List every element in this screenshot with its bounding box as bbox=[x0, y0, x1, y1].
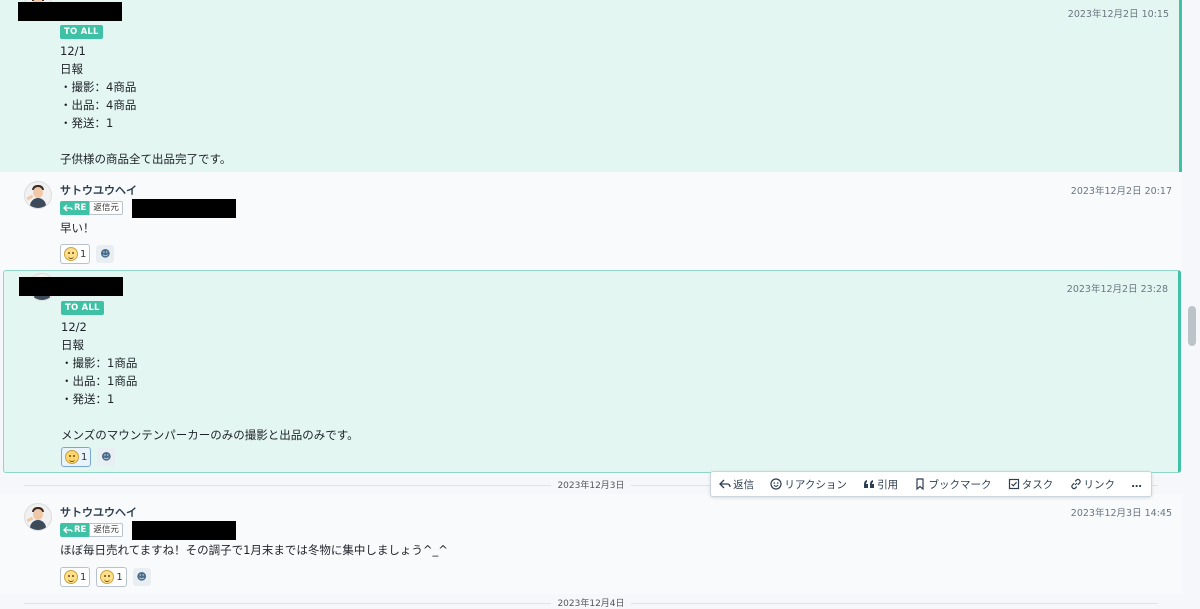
reply-arrow-icon bbox=[63, 204, 73, 212]
bookmark-action[interactable]: ブックマーク bbox=[914, 477, 991, 492]
redacted-sender-name bbox=[18, 2, 122, 21]
link-action[interactable]: リンク bbox=[1070, 477, 1116, 492]
re-badge: RE bbox=[60, 523, 90, 537]
reaction-users-icon[interactable]: ☻ bbox=[132, 568, 151, 586]
reply-icon bbox=[719, 479, 731, 489]
message-body: 12/2 日報 ・撮影：1商品 ・出品：1商品 ・発送：1 メンズのマウンテンパ… bbox=[61, 318, 359, 444]
message-line: ・発送：1 bbox=[61, 392, 115, 406]
redacted-sender-name bbox=[19, 277, 123, 296]
message-line: ・撮影：1商品 bbox=[61, 356, 138, 370]
reaction-chip[interactable]: 1 bbox=[60, 567, 91, 587]
avatar[interactable] bbox=[24, 503, 52, 531]
reaction-chip[interactable]: 1 bbox=[96, 567, 127, 587]
reaction-users-icon[interactable]: ☻ bbox=[96, 245, 115, 263]
redacted-source-name bbox=[132, 521, 236, 540]
message-timestamp: 2023年12月3日 14:45 bbox=[1070, 508, 1172, 519]
reaction-count: 1 bbox=[116, 571, 123, 583]
reaction-action[interactable]: リアクション bbox=[770, 477, 847, 492]
reaction-count: 1 bbox=[80, 571, 87, 583]
sweat-smile-icon bbox=[64, 247, 78, 261]
reaction-users-icon[interactable]: ☻ bbox=[97, 448, 116, 466]
message-timestamp: 2023年12月2日 23:28 bbox=[1066, 284, 1168, 295]
date-separator: 2023年12月4日 bbox=[0, 596, 1182, 609]
task-check-icon bbox=[1008, 478, 1019, 490]
sender-name[interactable]: サトウユウヘイ bbox=[60, 504, 137, 520]
reaction-count: 1 bbox=[81, 451, 88, 463]
smile-icon bbox=[65, 450, 79, 464]
redacted-source-name bbox=[132, 199, 236, 218]
re-badge: RE bbox=[60, 201, 90, 215]
bookmark-action-label: ブックマーク bbox=[928, 478, 992, 491]
quote-action-label: 引用 bbox=[877, 478, 899, 491]
link-action-label: リンク bbox=[1083, 478, 1116, 491]
reply-to-indicator[interactable]: RE 返信元 bbox=[60, 200, 123, 216]
message-line: ・撮影：4商品 bbox=[60, 80, 137, 94]
reaction-action-label: リアクション bbox=[784, 478, 847, 491]
more-actions-button[interactable]: … bbox=[1131, 478, 1143, 490]
message-body: 12/1 日報 ・撮影：4商品 ・出品：4商品 ・発送：1 子供様の商品全て出品… bbox=[60, 42, 231, 168]
task-action-label: タスク bbox=[1021, 478, 1054, 491]
message-item[interactable]: サトウユウヘイ 2023年12月2日 20:17 RE 返信元 早い！ 1 ☻ bbox=[0, 172, 1182, 270]
reply-arrow-icon bbox=[63, 526, 73, 534]
reactions-bar: 1 1 ☻ bbox=[60, 567, 151, 587]
task-action[interactable]: タスク bbox=[1008, 477, 1054, 492]
message-line bbox=[61, 408, 359, 426]
reply-action-label: 返信 bbox=[733, 478, 755, 491]
message-timestamp: 2023年12月2日 10:15 bbox=[1067, 9, 1169, 20]
re-label: RE bbox=[74, 525, 87, 535]
message-item[interactable]: 2023年12月2日 23:28 TO ALL 12/2 日報 ・撮影：1商品 … bbox=[3, 270, 1181, 473]
reply-source-label: 返信元 bbox=[89, 523, 123, 537]
reply-action[interactable]: 返信 bbox=[719, 477, 754, 492]
message-line: 日報 bbox=[60, 62, 83, 76]
re-label: RE bbox=[74, 203, 87, 213]
to-all-badge: TO ALL bbox=[61, 301, 104, 315]
scrollbar[interactable] bbox=[1184, 0, 1200, 604]
quote-action[interactable]: 引用 bbox=[863, 477, 898, 492]
reaction-chip[interactable]: 1 bbox=[61, 447, 92, 467]
scrollbar-thumb[interactable] bbox=[1188, 306, 1196, 346]
message-item[interactable]: サトウユウヘイ 2023年12月3日 14:45 RE 返信元 ほぼ毎日売れてま… bbox=[0, 494, 1182, 594]
message-body: ほぼ毎日売れてますね！その調子で1月末までは冬物に集中しましょう^_^ bbox=[60, 541, 448, 559]
message-feed: 2023年12月2日 10:15 TO ALL 12/1 日報 ・撮影：4商品 … bbox=[0, 0, 1184, 609]
reactions-bar: 1 ☻ bbox=[61, 447, 116, 467]
link-icon bbox=[1070, 478, 1081, 490]
message-body: 早い！ bbox=[60, 219, 95, 237]
message-line: 12/2 bbox=[61, 320, 87, 334]
more-icon: … bbox=[1131, 478, 1143, 490]
sweat-smile-icon bbox=[64, 570, 78, 584]
to-all-badge: TO ALL bbox=[60, 25, 103, 39]
scream-icon bbox=[100, 570, 115, 584]
message-line: 12/1 bbox=[60, 44, 86, 58]
reply-source-label: 返信元 bbox=[89, 201, 123, 215]
message-timestamp: 2023年12月2日 20:17 bbox=[1070, 186, 1172, 197]
message-line: ・発送：1 bbox=[60, 116, 114, 130]
date-separator-label: 2023年12月4日 bbox=[551, 599, 631, 609]
message-line: ・出品：4商品 bbox=[60, 98, 137, 112]
message-line: ・出品：1商品 bbox=[61, 374, 138, 388]
message-line: メンズのマウンテンパーカーのみの撮影と出品のみです。 bbox=[61, 428, 359, 442]
message-line: 日報 bbox=[61, 338, 84, 352]
reaction-chip[interactable]: 1 bbox=[60, 244, 91, 264]
quote-icon bbox=[864, 480, 875, 488]
message-line: 子供様の商品全て出品完了です。 bbox=[60, 152, 232, 166]
bookmark-icon bbox=[916, 478, 925, 490]
add-reaction-icon bbox=[770, 478, 783, 490]
message-line: ほぼ毎日売れてますね！その調子で1月末までは冬物に集中しましょう^_^ bbox=[60, 543, 448, 557]
sender-name[interactable]: サトウユウヘイ bbox=[60, 182, 137, 198]
date-separator-label: 2023年12月3日 bbox=[551, 481, 631, 491]
reaction-count: 1 bbox=[80, 248, 87, 260]
message-line: 早い！ bbox=[60, 221, 95, 235]
avatar[interactable] bbox=[24, 181, 52, 209]
reactions-bar: 1 ☻ bbox=[60, 244, 115, 264]
message-action-toolbar: 返信 リアクション 引用 ブックマーク タスク リンク … bbox=[710, 471, 1152, 497]
message-item[interactable]: 2023年12月2日 10:15 TO ALL 12/1 日報 ・撮影：4商品 … bbox=[0, 0, 1182, 172]
reply-to-indicator[interactable]: RE 返信元 bbox=[60, 522, 123, 538]
message-line bbox=[60, 132, 231, 150]
